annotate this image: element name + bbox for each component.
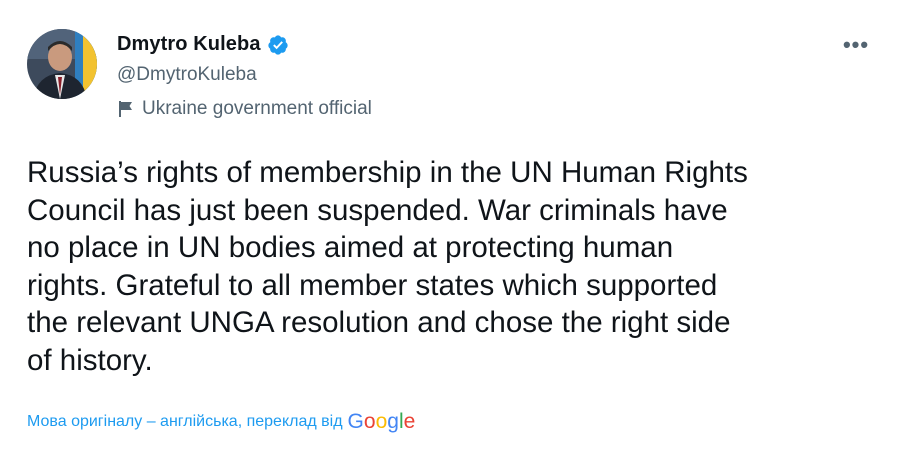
tweet-text-line: of history.	[27, 343, 153, 377]
government-label[interactable]: Ukraine government official	[117, 98, 372, 120]
avatar[interactable]	[27, 29, 97, 99]
more-options-button[interactable]: •••	[840, 32, 872, 57]
profile-photo-icon	[27, 29, 97, 99]
tweet-text-line: Russia’s rights of membership in the UN …	[27, 156, 748, 189]
government-label-text: Ukraine government official	[142, 98, 372, 119]
tweet-text-line: no place in UN bodies aimed at protectin…	[27, 231, 674, 264]
translation-notice[interactable]: Мова оригіналу – англійська, переклад ві…	[27, 410, 415, 434]
tweet-card: Dmytro Kuleba @DmytroKuleba Ukraine gove…	[0, 0, 900, 451]
google-logo-letter: g	[387, 410, 399, 433]
tweet-text-line: Council has just been suspended. War cri…	[27, 193, 728, 227]
verified-badge-icon	[267, 34, 289, 56]
google-logo-letter: o	[375, 410, 388, 433]
google-logo-icon: Google	[348, 410, 416, 434]
author-display-name[interactable]: Dmytro Kuleba	[117, 33, 261, 56]
tweet-text: Russia’s rights of membership in the UN …	[27, 154, 877, 379]
google-logo-letter: o	[363, 410, 376, 433]
google-logo-letter: e	[403, 410, 416, 433]
flag-icon	[117, 99, 135, 119]
tweet-text-line: rights. Grateful to all member states wh…	[27, 268, 718, 302]
tweet-text-line: the relevant UNGA resolution and chose t…	[27, 306, 731, 339]
translation-notice-text[interactable]: Мова оригіналу – англійська, переклад ві…	[27, 413, 343, 431]
google-logo-letter: G	[347, 410, 364, 433]
author-name-row[interactable]: Dmytro Kuleba	[117, 33, 289, 56]
author-handle[interactable]: @DmytroKuleba	[117, 64, 257, 86]
